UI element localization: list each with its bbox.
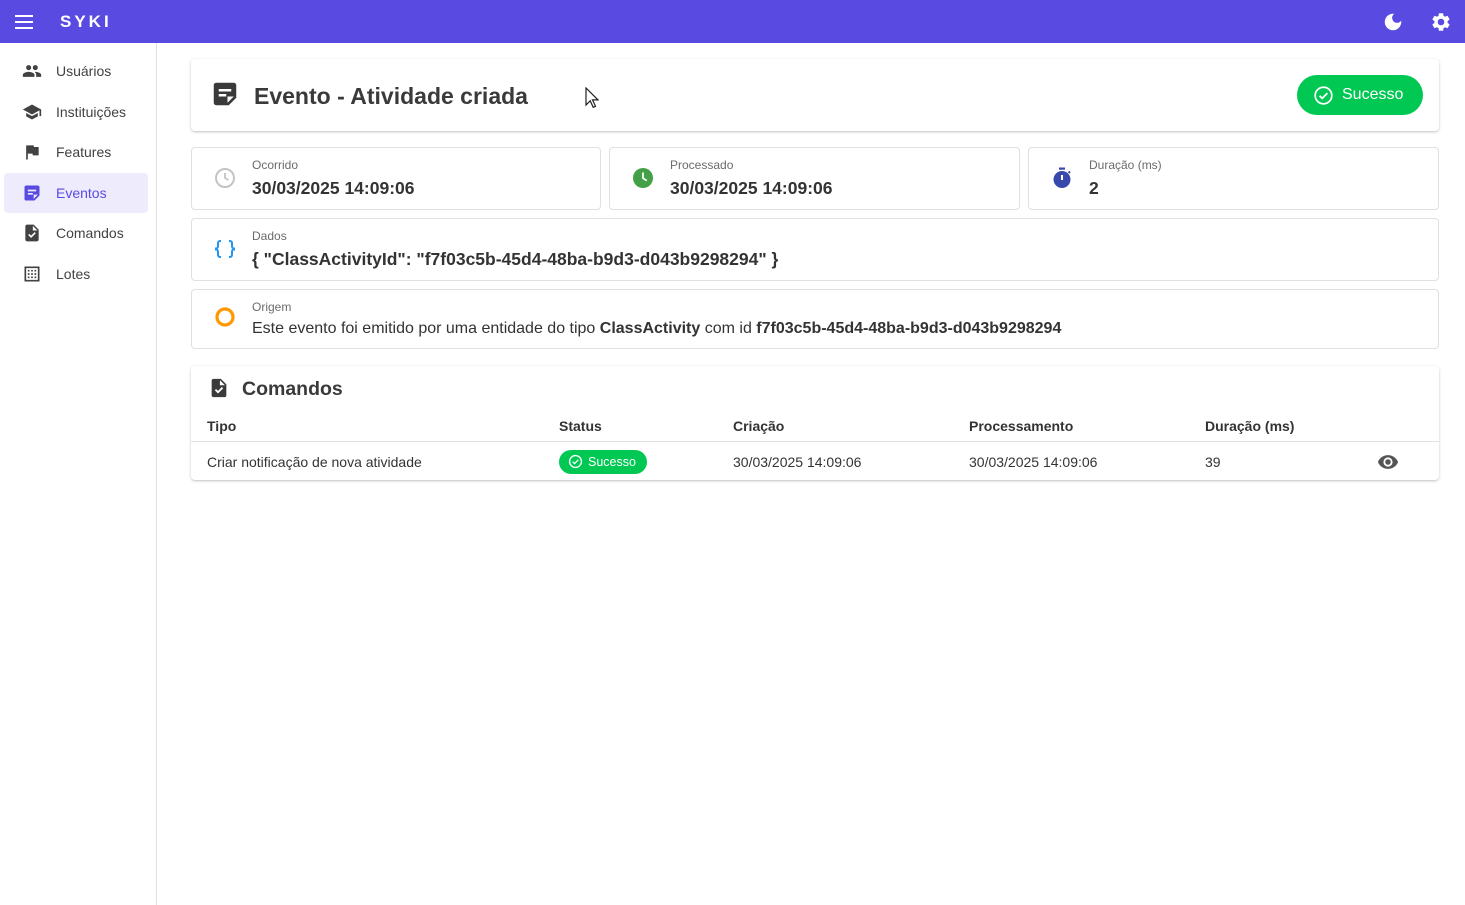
school-icon xyxy=(22,104,42,119)
duration-box: Duração (ms) 2 xyxy=(1028,147,1439,210)
event-note-icon xyxy=(213,82,237,106)
sidebar-item-label: Eventos xyxy=(56,184,107,201)
sidebar-item-label: Comandos xyxy=(56,225,124,241)
sidebar-item-label: Instituições xyxy=(56,103,127,120)
sidebar-item-eventos[interactable]: Eventos xyxy=(4,172,148,213)
commands-title: Comandos xyxy=(242,378,343,400)
moon-icon xyxy=(1384,13,1402,30)
data-value: { "ClassActivityId": "f7f03c5b-45d4-48ba… xyxy=(252,249,779,269)
grid-dots-icon xyxy=(24,266,40,281)
row-tipo: Criar notificação de nova atividade xyxy=(207,453,422,470)
circle-outline-icon xyxy=(215,307,235,327)
app-brand[interactable]: SYKI xyxy=(60,12,112,32)
mouse-cursor-icon xyxy=(585,87,599,109)
sidebar-item-comandos[interactable]: Comandos xyxy=(4,213,148,253)
settings-button[interactable] xyxy=(1417,0,1465,43)
origin-prefix: Este evento foi emitido por uma entidade… xyxy=(252,320,600,337)
data-object-icon xyxy=(215,240,235,258)
processed-value: 30/03/2025 14:09:06 xyxy=(670,178,833,198)
column-header-processamento[interactable]: Processamento xyxy=(969,410,1073,441)
table-header: Tipo Status Criação Processamento Duraçã… xyxy=(191,410,1439,442)
menu-button[interactable] xyxy=(0,0,48,43)
column-header-tipo[interactable]: Tipo xyxy=(207,410,236,441)
event-note-icon xyxy=(24,185,40,200)
sidebar-item-label: Lotes xyxy=(56,265,91,282)
sidebar-item-label: Usuários xyxy=(56,63,112,79)
processed-label: Processado xyxy=(670,158,734,172)
status-button[interactable]: Sucesso xyxy=(1297,75,1423,115)
status-badge-label: Sucesso xyxy=(588,454,636,469)
dark-mode-button[interactable] xyxy=(1369,0,1417,43)
task-icon xyxy=(211,378,227,398)
check-circle-icon xyxy=(1314,85,1333,105)
sidebar-item-lotes[interactable]: Lotes xyxy=(4,254,148,294)
table-row: Criar notificação de nova atividade Suce… xyxy=(191,443,1439,480)
origin-value: Este evento foi emitido por uma entidade… xyxy=(252,320,1061,338)
duration-label: Duração (ms) xyxy=(1089,158,1162,172)
gear-icon xyxy=(1432,12,1450,31)
flag-icon xyxy=(26,145,39,160)
view-button[interactable] xyxy=(1377,443,1399,480)
processed-box: Processado 30/03/2025 14:09:06 xyxy=(609,147,1020,210)
row-status: Sucesso xyxy=(559,443,647,480)
task-icon xyxy=(25,224,39,242)
people-icon xyxy=(22,65,42,77)
origin-mid: com id xyxy=(700,320,757,337)
row-duracao: 39 xyxy=(1205,453,1221,470)
event-header-card: Evento - Atividade criada Sucesso xyxy=(191,59,1439,131)
origin-label: Origem xyxy=(252,300,292,314)
sidebar: Usuários Instituições Features Eventos C… xyxy=(0,43,157,905)
status-label: Sucesso xyxy=(1342,86,1404,103)
sidebar-item-label: Features xyxy=(56,144,112,160)
occurred-value: 30/03/2025 14:09:06 xyxy=(252,178,415,198)
origin-entity: ClassActivity xyxy=(599,320,701,337)
column-header-criacao[interactable]: Criação xyxy=(733,410,784,441)
row-criacao: 30/03/2025 14:09:06 xyxy=(733,453,862,470)
menu-icon xyxy=(15,14,33,29)
duration-value: 2 xyxy=(1089,178,1099,198)
sidebar-item-usuarios[interactable]: Usuários xyxy=(4,51,148,91)
check-circle-icon xyxy=(568,454,583,469)
occurred-label: Ocorrido xyxy=(252,158,299,172)
status-badge: Sucesso xyxy=(559,449,647,474)
clock-filled-icon xyxy=(633,168,653,188)
timer-icon xyxy=(1053,167,1071,188)
origin-box: Origem Este evento foi emitido por uma e… xyxy=(191,289,1439,349)
occurred-box: Ocorrido 30/03/2025 14:09:06 xyxy=(191,147,601,210)
eye-icon xyxy=(1377,454,1399,469)
commands-card: Comandos Tipo Status Criação Processamen… xyxy=(191,366,1439,480)
app-bar: SYKI xyxy=(0,0,1465,43)
column-header-status[interactable]: Status xyxy=(559,410,602,441)
page-title: Evento - Atividade criada xyxy=(254,83,528,109)
origin-id: f7f03c5b-45d4-48ba-b9d3-d043b9298294 xyxy=(756,320,1062,337)
sidebar-item-instituicoes[interactable]: Instituições xyxy=(4,92,148,132)
data-label: Dados xyxy=(252,229,287,243)
clock-icon xyxy=(215,168,235,188)
sidebar-item-features[interactable]: Features xyxy=(4,132,148,172)
data-box: Dados { "ClassActivityId": "f7f03c5b-45d… xyxy=(191,218,1439,281)
column-header-duracao[interactable]: Duração (ms) xyxy=(1205,410,1294,441)
row-processamento: 30/03/2025 14:09:06 xyxy=(969,453,1098,470)
